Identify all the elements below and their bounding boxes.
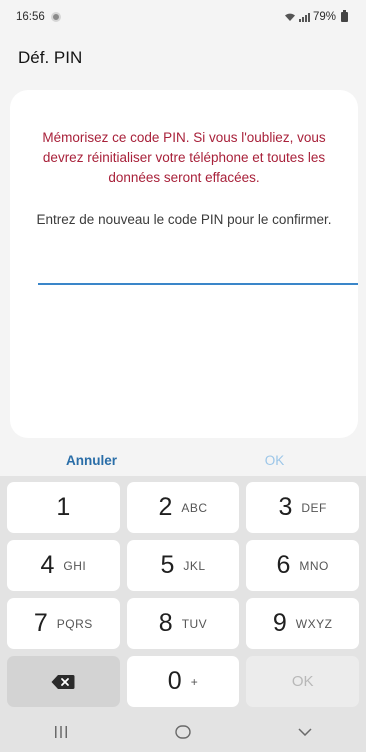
key-4[interactable]: 4 GHI <box>7 540 120 591</box>
home-icon <box>175 725 191 739</box>
key-digit: 2 <box>158 493 173 521</box>
backspace-key[interactable] <box>7 656 120 707</box>
key-letters: TUV <box>181 616 208 631</box>
key-2[interactable]: 2 ABC <box>126 482 240 533</box>
key-digit: 5 <box>160 551 175 579</box>
status-left: 16:56 <box>16 11 61 23</box>
key-digit: 6 <box>276 551 291 579</box>
key-0[interactable]: 0 + <box>126 656 240 707</box>
signal-icon <box>298 12 310 22</box>
back-chevron-icon <box>298 728 312 736</box>
notification-icon <box>50 12 61 22</box>
pin-warning-text: Mémorisez ce code PIN. Si vous l'oubliez… <box>42 130 326 185</box>
key-letters: WXYZ <box>295 616 333 631</box>
key-9[interactable]: 9 WXYZ <box>246 598 359 649</box>
key-digit: 3 <box>278 493 293 521</box>
navigation-bar <box>0 712 366 752</box>
dialog-actions: Annuler OK <box>0 444 366 476</box>
key-5[interactable]: 5 JKL <box>126 540 240 591</box>
key-letters: JKL <box>183 558 206 573</box>
key-7[interactable]: 7 PQRS <box>7 598 120 649</box>
pin-input[interactable] <box>38 250 358 284</box>
pin-instruction-text: Entrez de nouveau le code PIN pour le co… <box>36 212 332 227</box>
key-3[interactable]: 3 DEF <box>246 482 359 533</box>
key-digit: 8 <box>158 609 173 637</box>
recent-apps-button[interactable] <box>31 717 91 747</box>
recent-apps-icon <box>55 726 67 738</box>
key-1[interactable]: 1 <box>7 482 120 533</box>
wifi-icon <box>284 13 295 21</box>
status-time: 16:56 <box>16 11 45 23</box>
key-digit: 9 <box>272 609 287 637</box>
status-bar: 16:56 79% <box>0 0 366 34</box>
key-letters: + <box>190 674 199 689</box>
battery-icon <box>341 10 348 22</box>
cancel-button[interactable]: Annuler <box>0 444 183 476</box>
key-letters: DEF <box>301 500 327 515</box>
key-digit: 0 <box>167 667 182 695</box>
key-digit: 4 <box>40 551 55 579</box>
backspace-icon <box>51 674 75 689</box>
keypad-ok-key[interactable]: OK <box>246 656 359 707</box>
key-letters: ABC <box>181 500 208 515</box>
key-letters: GHI <box>63 558 87 573</box>
key-digit: 1 <box>56 493 71 521</box>
page-title: Déf. PIN <box>18 48 83 67</box>
ok-button[interactable]: OK <box>183 444 366 476</box>
numeric-keypad: 1 2 ABC 3 DEF 4 GHI 5 JKL 6 MNO 7 PQRS 8… <box>0 476 366 712</box>
battery-percent: 79% <box>312 11 336 23</box>
key-digit: 7 <box>33 609 48 637</box>
key-letters: MNO <box>299 558 329 573</box>
screen: 16:56 79% Déf. PIN Mémorisez ce code PIN… <box>0 0 366 752</box>
key-letters: PQRS <box>56 616 93 631</box>
keypad-ok-label: OK <box>291 673 314 690</box>
home-button[interactable] <box>153 717 213 747</box>
key-6[interactable]: 6 MNO <box>246 540 359 591</box>
back-button[interactable] <box>275 717 335 747</box>
pin-input-underline <box>38 283 358 285</box>
key-8[interactable]: 8 TUV <box>126 598 240 649</box>
pin-card: Mémorisez ce code PIN. Si vous l'oubliez… <box>10 90 358 438</box>
status-right: 79% <box>284 10 348 23</box>
